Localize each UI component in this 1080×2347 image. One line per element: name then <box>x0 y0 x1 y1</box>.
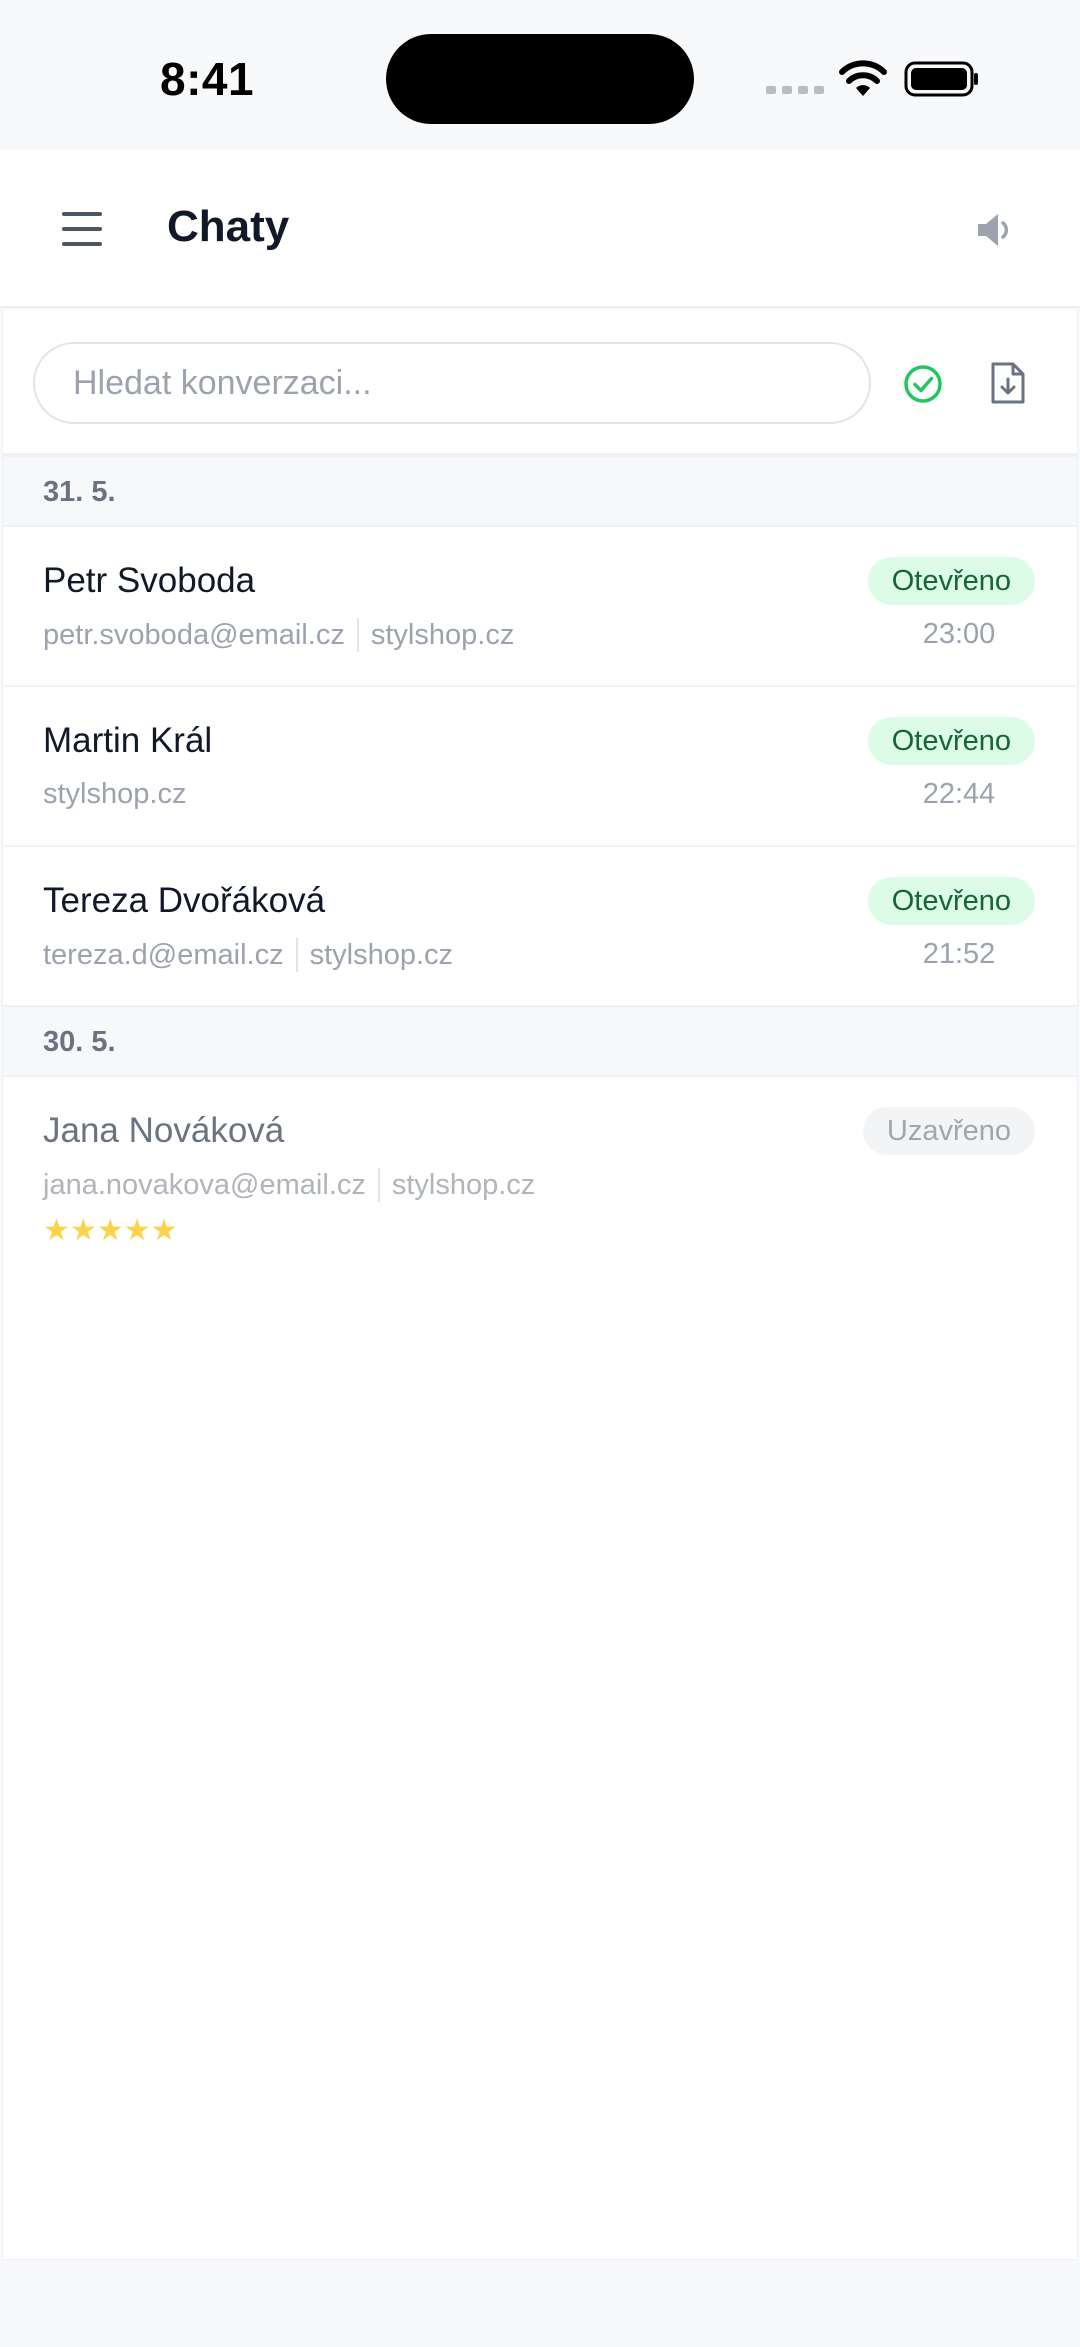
contact-name: Jana Nováková <box>43 1111 285 1150</box>
star-icon: ★★★★★ <box>43 1214 178 1247</box>
contact-email: jana.novakova@email.cz <box>43 1168 366 1201</box>
chat-item[interactable]: Jana Nováková jana.novakova@email.cz sty… <box>3 1077 1077 1267</box>
date-header: 31. 5. <box>3 455 1077 527</box>
status-time: 8:41 <box>160 53 255 105</box>
chat-item[interactable]: Tereza Dvořáková tereza.d@email.cz styls… <box>3 847 1077 1007</box>
contact-meta: petr.svoboda@email.cz stylshop.cz <box>43 618 514 652</box>
chat-item[interactable]: Petr Svoboda petr.svoboda@email.cz styls… <box>3 527 1077 687</box>
meta-divider <box>377 1168 380 1202</box>
search-toolbar <box>3 310 1077 455</box>
chat-time: 21:52 <box>922 938 996 970</box>
battery-icon <box>904 61 978 97</box>
date-header: 30. 5. <box>3 1005 1077 1077</box>
date-label: 31. 5. <box>43 476 116 508</box>
contact-name: Petr Svoboda <box>43 561 256 600</box>
wifi-icon <box>839 60 887 96</box>
contact-site: stylshop.cz <box>370 618 515 651</box>
chat-item[interactable]: Martin Král stylshop.cz Otevřeno 22:44 <box>3 687 1077 847</box>
status-badge: Uzavřeno <box>862 1107 1035 1155</box>
page-title: Chaty <box>167 202 290 251</box>
hamburger-menu-icon[interactable] <box>62 212 102 246</box>
contact-email: tereza.d@email.cz <box>43 938 284 971</box>
file-download-icon[interactable] <box>988 360 1028 406</box>
chat-list-panel: 31. 5. Petr Svoboda petr.svoboda@email.c… <box>2 310 1078 2260</box>
dynamic-island <box>386 34 694 124</box>
contact-site: stylshop.cz <box>43 778 187 810</box>
contact-site: stylshop.cz <box>309 938 454 971</box>
contact-site: stylshop.cz <box>391 1168 536 1201</box>
contact-meta: stylshop.cz <box>43 778 186 811</box>
meta-divider <box>356 618 359 652</box>
contact-meta: tereza.d@email.cz stylshop.cz <box>43 938 453 972</box>
check-circle-icon[interactable] <box>901 362 945 406</box>
speaker-icon[interactable] <box>972 208 1016 252</box>
status-bar: 8:41 <box>0 0 1080 150</box>
cellular-signal-icon <box>766 86 824 94</box>
chat-time: 22:44 <box>922 778 996 810</box>
date-label: 30. 5. <box>43 1026 116 1058</box>
contact-meta: jana.novakova@email.cz stylshop.cz <box>43 1168 535 1202</box>
star-rating: ★★★★★ <box>43 1216 177 1246</box>
status-badge: Otevřeno <box>867 717 1035 765</box>
contact-email: petr.svoboda@email.cz <box>43 618 345 651</box>
status-badge: Otevřeno <box>867 557 1035 605</box>
search-input[interactable] <box>33 342 871 424</box>
meta-divider <box>295 938 298 972</box>
contact-name: Tereza Dvořáková <box>43 881 326 920</box>
contact-name: Martin Král <box>43 721 213 760</box>
chat-time: 23:00 <box>922 618 996 650</box>
status-badge: Otevřeno <box>867 877 1035 925</box>
app-header: Chaty <box>0 150 1080 308</box>
